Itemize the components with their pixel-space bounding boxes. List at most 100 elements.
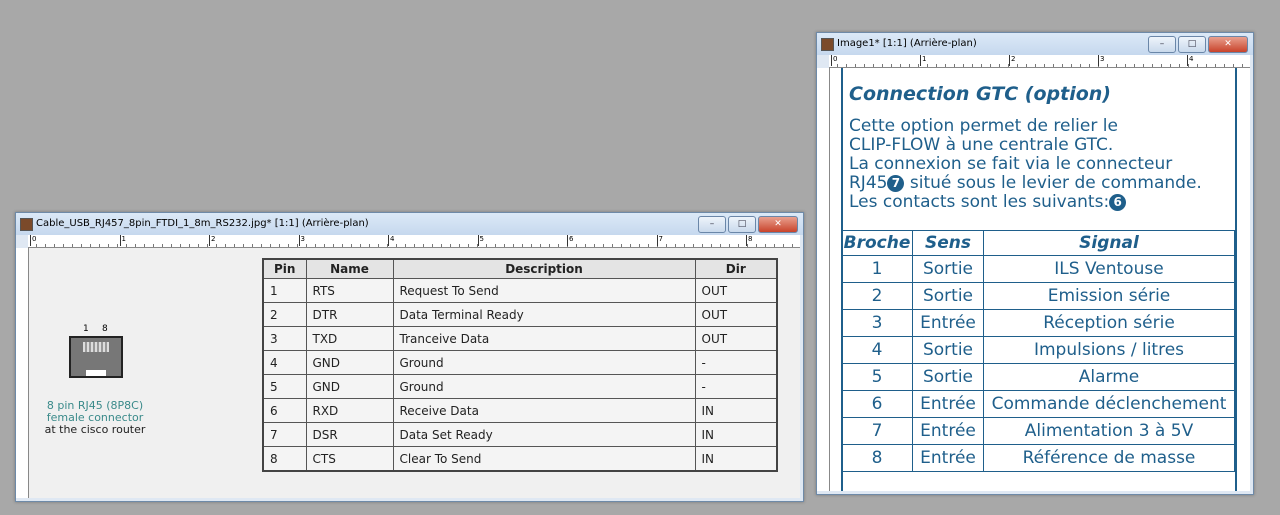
table-cell: Entrée — [912, 390, 984, 418]
table-cell: - — [694, 350, 778, 375]
table-cell: 6 — [841, 390, 913, 418]
table-cell: RTS — [305, 278, 394, 303]
minimize-button[interactable]: – — [1148, 36, 1176, 53]
rj45-connector: 1 8 — [69, 324, 125, 378]
callout-badge-7: 7 — [887, 175, 905, 192]
table-cell: TXD — [305, 326, 394, 351]
paragraph-line: La connexion se fait via le connecteur — [849, 154, 1173, 174]
table-cell: DTR — [305, 302, 394, 327]
table-cell: Sortie — [912, 255, 984, 283]
table-cell: 7 — [841, 417, 913, 445]
table-row: 3 Entrée Réception série — [841, 309, 1235, 337]
table-cell: Alarme — [983, 363, 1235, 391]
rj45-port-icon — [69, 336, 123, 378]
table-cell: 3 — [262, 326, 307, 351]
maximize-button[interactable]: □ — [1178, 36, 1206, 53]
vertical-ruler — [817, 68, 830, 491]
table-cell: - — [694, 374, 778, 399]
ruler-label: 5 — [477, 235, 484, 246]
paragraph-text: RJ45 — [849, 173, 888, 193]
table-cell: GND — [305, 374, 394, 399]
ruler-label: 4 — [1187, 55, 1193, 66]
column-header: Sens — [912, 230, 984, 256]
table-cell: 4 — [262, 350, 307, 375]
left-image-window: Cable_USB_RJ457_8pin_FTDI_1_8m_RS232.jpg… — [15, 212, 804, 502]
table-cell: Sortie — [912, 336, 984, 364]
image-canvas: 1 8 8 pin RJ45 (8P8C) female connector a… — [29, 248, 800, 498]
table-cell: ILS Ventouse — [983, 255, 1235, 283]
table-cell: Data Set Ready — [392, 422, 696, 447]
paragraph-text: Les contacts sont les suivants: — [849, 192, 1110, 212]
app-icon — [20, 218, 33, 231]
close-button[interactable]: ✕ — [758, 216, 798, 233]
paragraph-line: Cette option permet de relier le — [849, 116, 1118, 136]
table-cell: Entrée — [912, 309, 984, 337]
ruler-label: 0 — [30, 235, 36, 246]
table-cell: GND — [305, 350, 394, 375]
title-bar[interactable]: Cable_USB_RJ457_8pin_FTDI_1_8m_RS232.jpg… — [16, 213, 803, 235]
column-header: Name — [305, 258, 394, 279]
paragraph-line: CLIP-FLOW à une centrale GTC. — [849, 135, 1114, 155]
table-cell: 4 — [841, 336, 913, 364]
table-row: 6 Entrée Commande déclenchement — [841, 390, 1235, 418]
window-title: Image1* [1:1] (Arrière-plan) — [837, 38, 977, 49]
window-title: Cable_USB_RJ457_8pin_FTDI_1_8m_RS232.jpg… — [36, 218, 369, 229]
table-cell: 6 — [262, 398, 307, 423]
ruler-label: 4 — [388, 235, 394, 246]
ruler-label: 3 — [1098, 55, 1104, 66]
table-row: 4 GND Ground - — [262, 350, 778, 375]
description-paragraph: Cette option permet de relier le CLIP-FL… — [849, 117, 1202, 212]
column-header: Description — [392, 258, 696, 279]
table-cell: 2 — [841, 282, 913, 310]
minimize-button[interactable]: – — [698, 216, 726, 233]
table-cell: Tranceive Data — [392, 326, 696, 351]
close-button[interactable]: ✕ — [1208, 36, 1248, 53]
table-cell: Ground — [392, 350, 696, 375]
ruler-label: 2 — [1009, 55, 1015, 66]
table-cell: OUT — [694, 302, 778, 327]
table-row: 8 CTS Clear To Send IN — [262, 446, 778, 472]
table-row: 3 TXD Tranceive Data OUT — [262, 326, 778, 351]
horizontal-ruler: 0 1 2 3 4 — [829, 55, 1250, 68]
table-cell: 1 — [262, 278, 307, 303]
column-header: Dir — [694, 258, 778, 279]
table-cell: 1 — [841, 255, 913, 283]
table-cell: Clear To Send — [392, 446, 696, 472]
table-row: 2 Sortie Emission série — [841, 282, 1235, 310]
table-cell: Sortie — [912, 363, 984, 391]
table-row: 4 Sortie Impulsions / litres — [841, 336, 1235, 364]
table-row: 1 RTS Request To Send OUT — [262, 278, 778, 303]
table-cell: Impulsions / litres — [983, 336, 1235, 364]
table-cell: 2 — [262, 302, 307, 327]
app-icon — [821, 38, 834, 51]
ruler-label: 7 — [656, 235, 663, 246]
table-cell: Data Terminal Ready — [392, 302, 696, 327]
table-cell: IN — [694, 398, 778, 423]
ruler-label: 8 — [746, 235, 752, 246]
table-cell: Réception série — [983, 309, 1235, 337]
table-cell: Entrée — [912, 417, 984, 445]
table-cell: 5 — [262, 374, 307, 399]
pin-label: 1 — [83, 324, 89, 334]
table-cell: Emission série — [983, 282, 1235, 310]
horizontal-ruler: 0 1 2 3 4 5 6 7 8 — [28, 235, 800, 248]
maximize-button[interactable]: □ — [728, 216, 756, 233]
callout-badge-6: 6 — [1109, 194, 1127, 211]
table-row: 5 Sortie Alarme — [841, 363, 1235, 391]
ruler-label: 3 — [298, 235, 305, 246]
ruler-label: 1 — [920, 55, 926, 66]
table-cell: IN — [694, 422, 778, 447]
table-row: 8 Entrée Référence de masse — [841, 444, 1235, 472]
column-header: Pin — [262, 258, 307, 279]
table-cell: OUT — [694, 326, 778, 351]
table-cell: RXD — [305, 398, 394, 423]
table-row: 1 Sortie ILS Ventouse — [841, 255, 1235, 283]
title-bar[interactable]: Image1* [1:1] (Arrière-plan) – □ ✕ — [817, 33, 1253, 55]
table-cell: Référence de masse — [983, 444, 1235, 472]
table-cell: 8 — [841, 444, 913, 472]
table-cell: Commande déclenchement — [983, 390, 1235, 418]
table-cell: Ground — [392, 374, 696, 399]
connector-caption: at the cisco router — [44, 423, 146, 436]
table-cell: CTS — [305, 446, 394, 472]
table-row: 5 GND Ground - — [262, 374, 778, 399]
